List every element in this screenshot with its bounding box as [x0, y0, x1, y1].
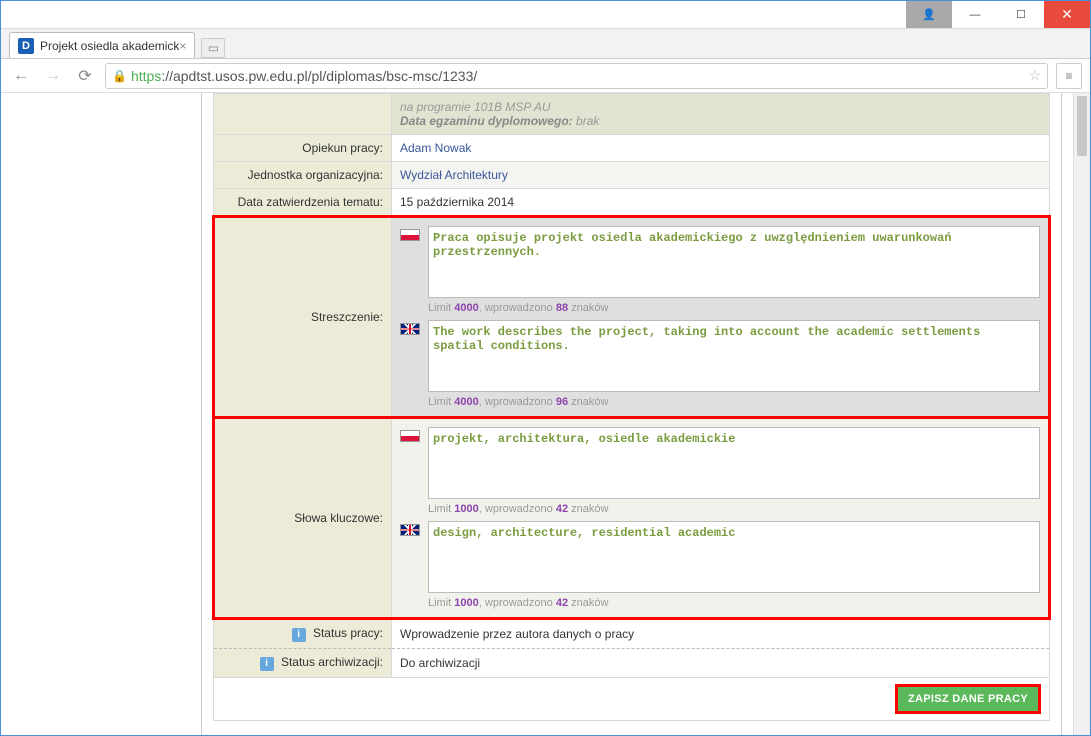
abstract-en-textarea[interactable]: [428, 320, 1040, 392]
flag-gb-icon: [400, 524, 420, 536]
keywords-en-textarea[interactable]: [428, 521, 1040, 593]
vertical-scrollbar[interactable]: [1073, 93, 1090, 735]
reload-button[interactable]: ⟳: [73, 64, 97, 88]
keywords-pl-limit: Limit 1000, wprowadzono 42 znaków: [428, 503, 1040, 515]
new-tab-button[interactable]: ▭: [201, 38, 225, 58]
status-arch-label: Status archiwizacji:: [281, 655, 383, 669]
bookmark-star-icon[interactable]: ☆: [1028, 67, 1041, 84]
abstract-pl-textarea[interactable]: [428, 226, 1040, 298]
minimize-button[interactable]: —: [952, 1, 998, 28]
approval-value: 15 października 2014: [392, 189, 1050, 217]
address-bar[interactable]: 🔒 https://apdtst.usos.pw.edu.pl/pl/diplo…: [105, 63, 1048, 89]
exam-label: Data egzaminu dyplomowego:: [400, 114, 573, 128]
url-rest: ://apdtst.usos.pw.edu.pl/pl/diplomas/bsc…: [161, 68, 477, 84]
info-icon[interactable]: i: [292, 628, 306, 642]
save-row: ZAPISZ DANE PRACY: [214, 678, 1050, 721]
status-work-label-cell: i Status pracy:: [214, 619, 392, 649]
save-button[interactable]: ZAPISZ DANE PRACY: [895, 684, 1041, 714]
tab-close-icon[interactable]: ×: [179, 39, 186, 53]
program-label-cell: [214, 94, 392, 135]
exam-value: brak: [576, 114, 599, 128]
status-arch-value: Do archiwizacji: [392, 649, 1050, 678]
url-scheme: https: [131, 68, 161, 84]
approval-label: Data zatwierdzenia tematu:: [214, 189, 392, 217]
keywords-pl-textarea[interactable]: [428, 427, 1040, 499]
window-titlebar: 👤 — ☐ ✕: [1, 1, 1090, 29]
flag-pl-icon: [400, 430, 420, 442]
unit-link[interactable]: Wydział Architektury: [400, 168, 508, 182]
status-arch-label-cell: i Status archiwizacji:: [214, 649, 392, 678]
tab-bar: D Projekt osiedla akademick × ▭: [1, 29, 1090, 59]
status-work-value: Wprowadzenie przez autora danych o pracy: [392, 619, 1050, 649]
supervisor-link[interactable]: Adam Nowak: [400, 141, 471, 155]
keywords-cell: Limit 1000, wprowadzono 42 znaków Limit …: [392, 418, 1050, 619]
user-icon[interactable]: 👤: [906, 1, 952, 28]
abstract-cell: Limit 4000, wprowadzono 88 znaków Limit …: [392, 217, 1050, 418]
supervisor-label: Opiekun pracy:: [214, 135, 392, 162]
nav-bar: ← → ⟳ 🔒 https://apdtst.usos.pw.edu.pl/pl…: [1, 59, 1090, 93]
keywords-label: Słowa kluczowe:: [214, 418, 392, 619]
back-button[interactable]: ←: [9, 64, 33, 88]
unit-value: Wydział Architektury: [392, 162, 1050, 189]
menu-button[interactable]: ≡: [1056, 63, 1082, 89]
keywords-en-limit: Limit 1000, wprowadzono 42 znaków: [428, 597, 1040, 609]
abstract-en-limit: Limit 4000, wprowadzono 96 znaków: [428, 396, 1040, 408]
lock-icon: 🔒: [112, 69, 127, 83]
unit-label: Jednostka organizacyjna:: [214, 162, 392, 189]
program-info-cell: na programie 101B MSP AU Data egzaminu d…: [392, 94, 1050, 135]
abstract-pl-limit: Limit 4000, wprowadzono 88 znaków: [428, 302, 1040, 314]
supervisor-value: Adam Nowak: [392, 135, 1050, 162]
flag-pl-icon: [400, 229, 420, 241]
status-work-label: Status pracy:: [313, 626, 383, 640]
tab-title: Projekt osiedla akademick: [40, 39, 179, 53]
diploma-form-table: na programie 101B MSP AU Data egzaminu d…: [212, 93, 1051, 721]
maximize-button[interactable]: ☐: [998, 1, 1044, 28]
info-icon[interactable]: i: [260, 657, 274, 671]
browser-tab[interactable]: D Projekt osiedla akademick ×: [9, 32, 195, 58]
program-line: na programie 101B MSP AU: [400, 100, 551, 114]
abstract-label: Streszczenie:: [214, 217, 392, 418]
forward-button[interactable]: →: [41, 64, 65, 88]
flag-gb-icon: [400, 323, 420, 335]
favicon: D: [18, 38, 34, 54]
close-button[interactable]: ✕: [1044, 1, 1090, 28]
